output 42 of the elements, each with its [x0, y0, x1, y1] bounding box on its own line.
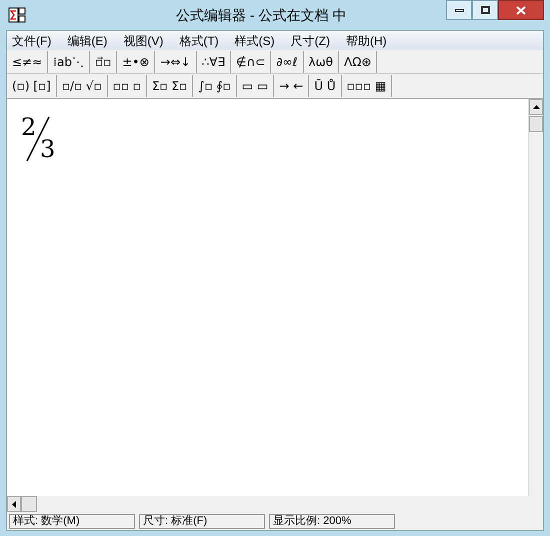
- palette-button[interactable]: → ←: [274, 75, 310, 97]
- palette-button[interactable]: ⁞ab⋱: [48, 50, 90, 72]
- horizontal-scrollbar[interactable]: [7, 496, 543, 512]
- palette-button[interactable]: Σ▫ Σ▫: [146, 75, 194, 97]
- maximize-button[interactable]: [472, 0, 498, 20]
- status-field: 显示比例: 200%: [269, 514, 395, 528]
- palette-button[interactable]: ΛΩ⊛: [339, 50, 378, 72]
- palette-button[interactable]: (▫) [▫]: [7, 75, 57, 97]
- scroll-up-icon: [532, 105, 540, 109]
- palette-button[interactable]: ≤≠≈: [7, 50, 48, 72]
- menu-item[interactable]: 样式(S): [230, 32, 280, 50]
- palette-button[interactable]: ∂∞ℓ: [271, 50, 304, 72]
- menu-item[interactable]: 格式(T): [174, 32, 224, 50]
- close-icon: [516, 6, 526, 14]
- scroll-left-icon: [12, 500, 16, 508]
- window-title: 公式编辑器 - 公式在文档 中: [176, 6, 346, 24]
- menu-item[interactable]: 帮助(H): [340, 32, 392, 50]
- status-field: 样式: 数学(M): [9, 514, 135, 528]
- minimize-button[interactable]: [446, 0, 472, 20]
- menu-item[interactable]: 视图(V): [118, 32, 168, 50]
- palette-button[interactable]: ▫▫ ▫: [108, 75, 147, 97]
- palette-button[interactable]: ∫▫ ∮▫: [193, 75, 237, 97]
- status-field: 尺寸: 标准(F): [139, 514, 265, 528]
- fraction-equation: 2 3: [21, 113, 56, 163]
- menu-item[interactable]: 文件(F): [7, 32, 56, 50]
- app-icon: [8, 7, 26, 23]
- close-button[interactable]: [498, 0, 544, 20]
- palette-button[interactable]: λωθ: [304, 50, 339, 72]
- scroll-thumb[interactable]: [529, 116, 543, 132]
- palette-button[interactable]: ▫⃗▫: [90, 50, 118, 72]
- palette-button[interactable]: ±•⊗: [117, 50, 156, 72]
- palette-button[interactable]: →⇔↓: [155, 50, 197, 72]
- palette-button[interactable]: ∴∀∃: [196, 50, 232, 72]
- menu-item[interactable]: 尺寸(Z): [286, 32, 335, 50]
- menu-item[interactable]: 编辑(E): [62, 32, 112, 50]
- scroll-thumb[interactable]: [21, 496, 37, 512]
- palette-button[interactable]: ▫▫▫ ▦: [342, 75, 392, 97]
- palette-button[interactable]: ▭ ▭: [236, 75, 274, 97]
- palette-button[interactable]: ▫/▫ √▫: [56, 75, 108, 97]
- palette-button[interactable]: Ū Ů: [309, 75, 342, 97]
- vertical-scrollbar[interactable]: [528, 99, 543, 496]
- palette-button[interactable]: ∉∩⊂: [231, 50, 272, 72]
